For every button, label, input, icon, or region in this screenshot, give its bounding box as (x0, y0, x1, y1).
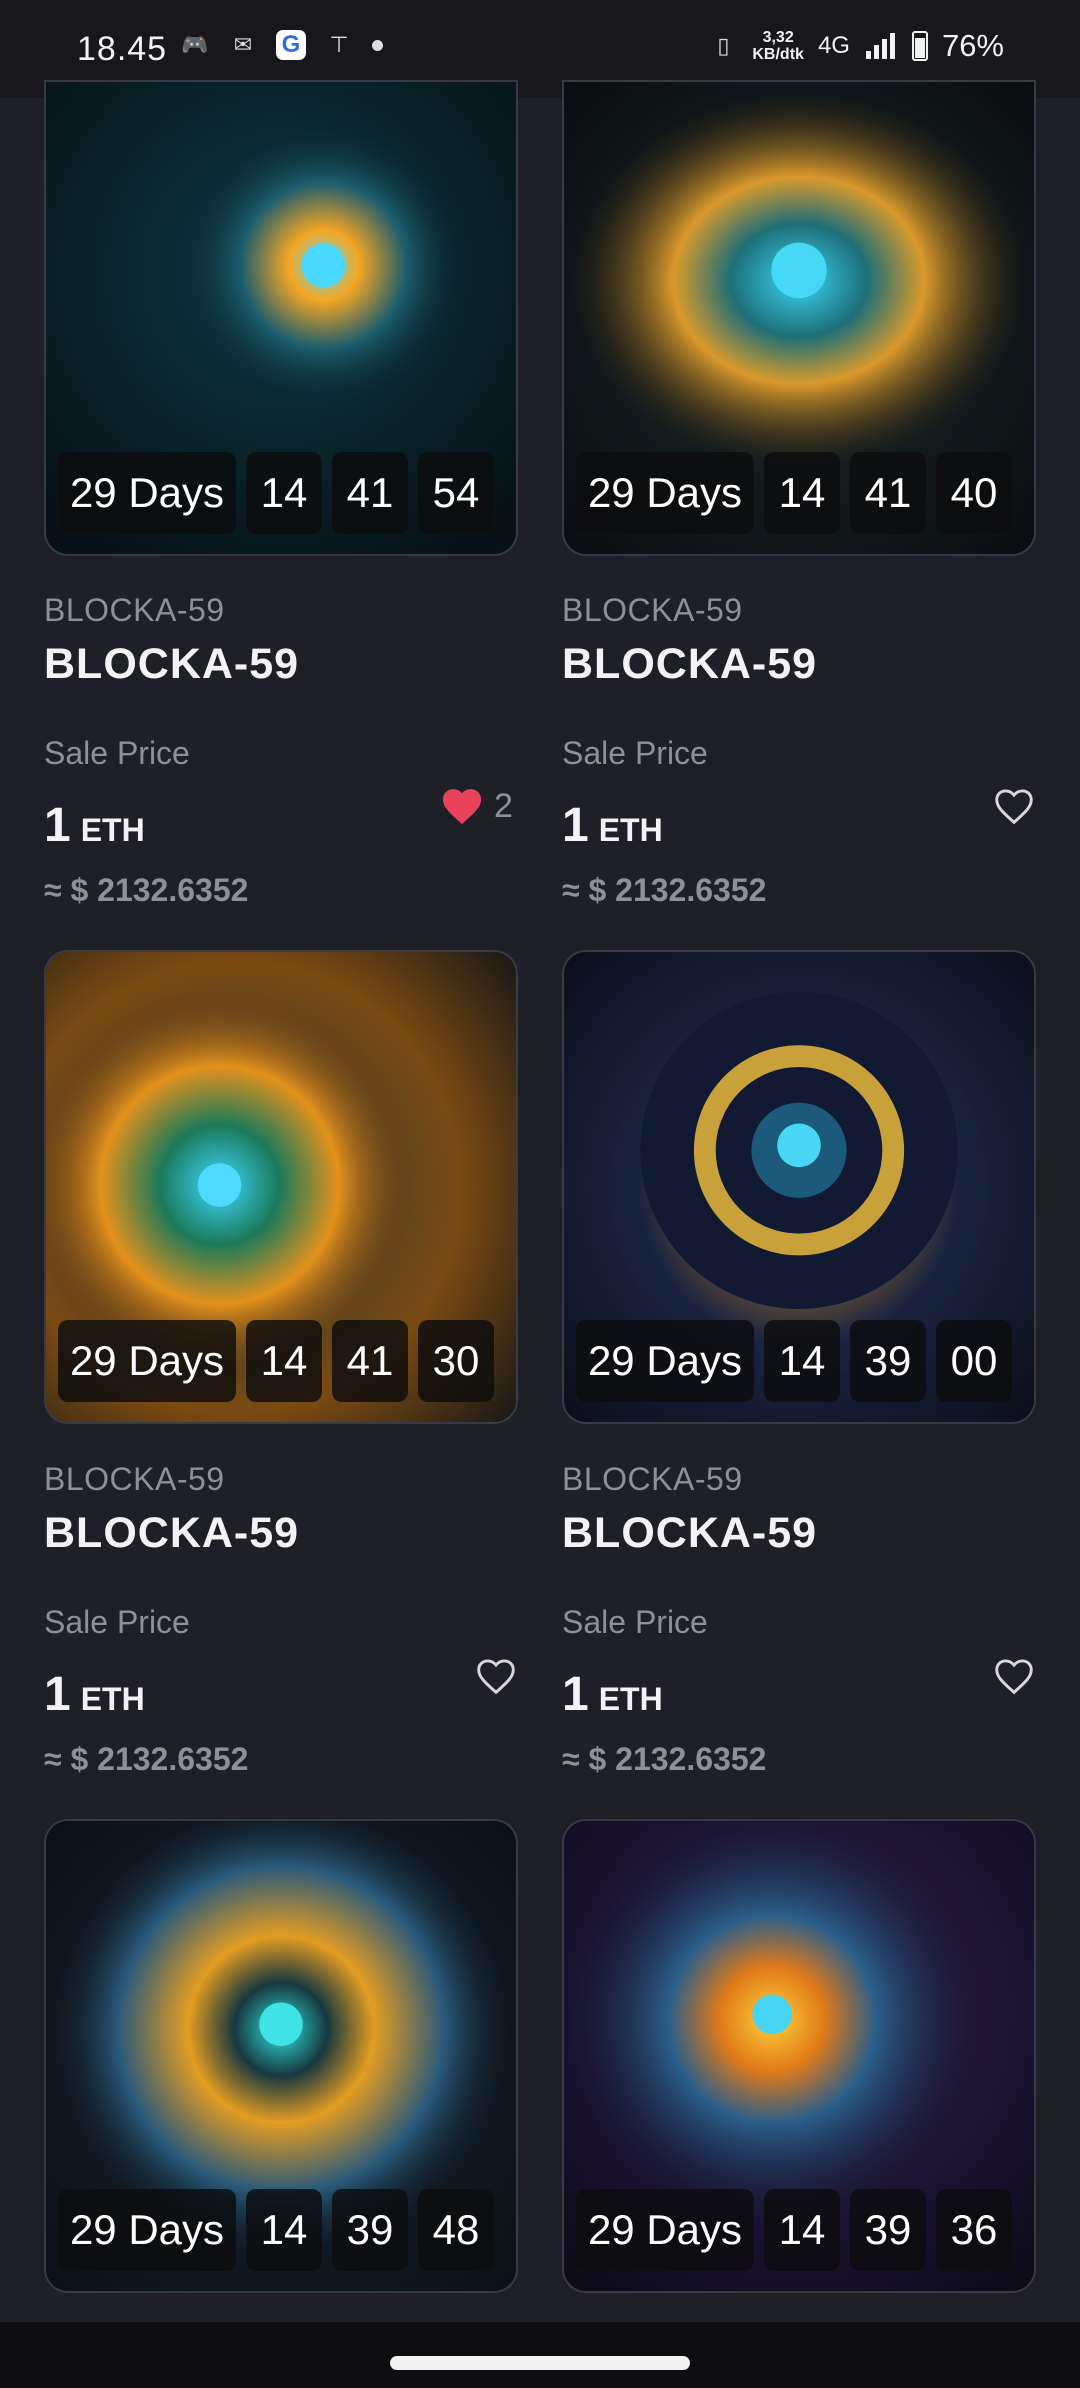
heart-outline-icon (995, 1659, 1033, 1695)
nft-image[interactable]: 29 Days 14 39 00 (562, 950, 1036, 1424)
countdown-timer: 29 Days 14 41 30 (58, 1320, 504, 1402)
heart-filled-icon (442, 789, 482, 825)
price-usd: ≈ $ 2132.6352 (562, 872, 767, 908)
price-usd: ≈ $ 2132.6352 (44, 872, 249, 908)
network-type: 4G (817, 32, 850, 59)
timer-days: 29 Days (58, 2189, 236, 2271)
timer-hours: 14 (246, 452, 322, 534)
battery-percent: 76% (941, 28, 1004, 63)
countdown-timer: 29 Days 14 39 36 (576, 2189, 1022, 2271)
timer-hours: 14 (764, 1320, 840, 1402)
navigation-bar (0, 2322, 1080, 2388)
timer-days: 29 Days (576, 452, 754, 534)
nft-title[interactable]: BLOCKA-59 (562, 640, 817, 689)
like-button[interactable] (992, 1656, 1036, 1696)
nft-image[interactable]: 29 Days 14 41 54 (44, 80, 518, 556)
price-eth: 1 ETH (44, 799, 145, 852)
nft-title[interactable]: BLOCKA-59 (562, 1509, 817, 1558)
system-icons: ▯ 3,32 KB/dtk 4G 76% (708, 28, 1004, 64)
timer-seconds: 40 (936, 452, 1012, 534)
timer-days: 29 Days (576, 2189, 754, 2271)
timer-hours: 14 (764, 2189, 840, 2271)
collection-name[interactable]: BLOCKA-59 (562, 592, 743, 629)
price-eth: 1 ETH (44, 1668, 145, 1721)
signal-icon (865, 33, 895, 59)
collection-name[interactable]: BLOCKA-59 (44, 592, 225, 629)
mail-icon: ✉ (233, 32, 253, 57)
discord-icon: 🎮 (181, 32, 209, 57)
timer-seconds: 00 (936, 1320, 1012, 1402)
collection-name[interactable]: BLOCKA-59 (562, 1461, 743, 1498)
like-button[interactable] (474, 1656, 518, 1696)
heart-outline-icon (995, 789, 1033, 825)
countdown-timer: 29 Days 14 41 40 (576, 452, 1022, 534)
price-eth: 1 ETH (562, 1668, 663, 1721)
nft-title[interactable]: BLOCKA-59 (44, 640, 299, 689)
price-usd: ≈ $ 2132.6352 (562, 1741, 767, 1777)
timer-seconds: 36 (936, 2189, 1012, 2271)
like-button[interactable] (992, 786, 1036, 826)
nft-image[interactable]: 29 Days 14 39 36 (562, 1819, 1036, 2293)
price-eth: 1 ETH (562, 799, 663, 852)
tool-icon: ⊤ (329, 32, 349, 57)
timer-days: 29 Days (58, 1320, 236, 1402)
nft-image[interactable]: 29 Days 14 41 30 (44, 950, 518, 1424)
countdown-timer: 29 Days 14 39 00 (576, 1320, 1022, 1402)
timer-days: 29 Days (576, 1320, 754, 1402)
google-icon: G (276, 30, 306, 60)
like-button[interactable]: 2 (440, 786, 513, 826)
sale-price-label: Sale Price (44, 1604, 190, 1640)
sale-price-label: Sale Price (44, 735, 190, 771)
status-time: 18.45 (77, 30, 168, 68)
timer-days: 29 Days (58, 452, 236, 534)
sale-price-label: Sale Price (562, 1604, 708, 1640)
notification-icons: 🎮 ✉ G ⊤ (180, 30, 383, 60)
timer-hours: 14 (764, 452, 840, 534)
timer-minutes: 41 (332, 1320, 408, 1402)
battery-icon (911, 31, 928, 61)
countdown-timer: 29 Days 14 39 48 (58, 2189, 504, 2271)
network-speed: 3,32 KB/dtk (752, 29, 804, 63)
heart-outline-icon (477, 1659, 515, 1695)
price-usd: ≈ $ 2132.6352 (44, 1741, 249, 1777)
nft-title[interactable]: BLOCKA-59 (44, 1509, 299, 1558)
timer-minutes: 41 (850, 452, 926, 534)
collection-name[interactable]: BLOCKA-59 (44, 1461, 225, 1498)
vibrate-icon: ▯ (717, 33, 730, 58)
timer-hours: 14 (246, 2189, 322, 2271)
timer-minutes: 39 (332, 2189, 408, 2271)
timer-seconds: 54 (418, 452, 494, 534)
like-count: 2 (494, 786, 513, 825)
countdown-timer: 29 Days 14 41 54 (58, 452, 504, 534)
timer-minutes: 39 (850, 1320, 926, 1402)
nft-image[interactable]: 29 Days 14 41 40 (562, 80, 1036, 556)
timer-minutes: 41 (332, 452, 408, 534)
sale-price-label: Sale Price (562, 735, 708, 771)
more-dot-icon (372, 39, 383, 51)
nft-image[interactable]: 29 Days 14 39 48 (44, 1819, 518, 2293)
home-gesture-handle[interactable] (390, 2356, 690, 2370)
timer-seconds: 30 (418, 1320, 494, 1402)
timer-minutes: 39 (850, 2189, 926, 2271)
timer-hours: 14 (246, 1320, 322, 1402)
timer-seconds: 48 (418, 2189, 494, 2271)
